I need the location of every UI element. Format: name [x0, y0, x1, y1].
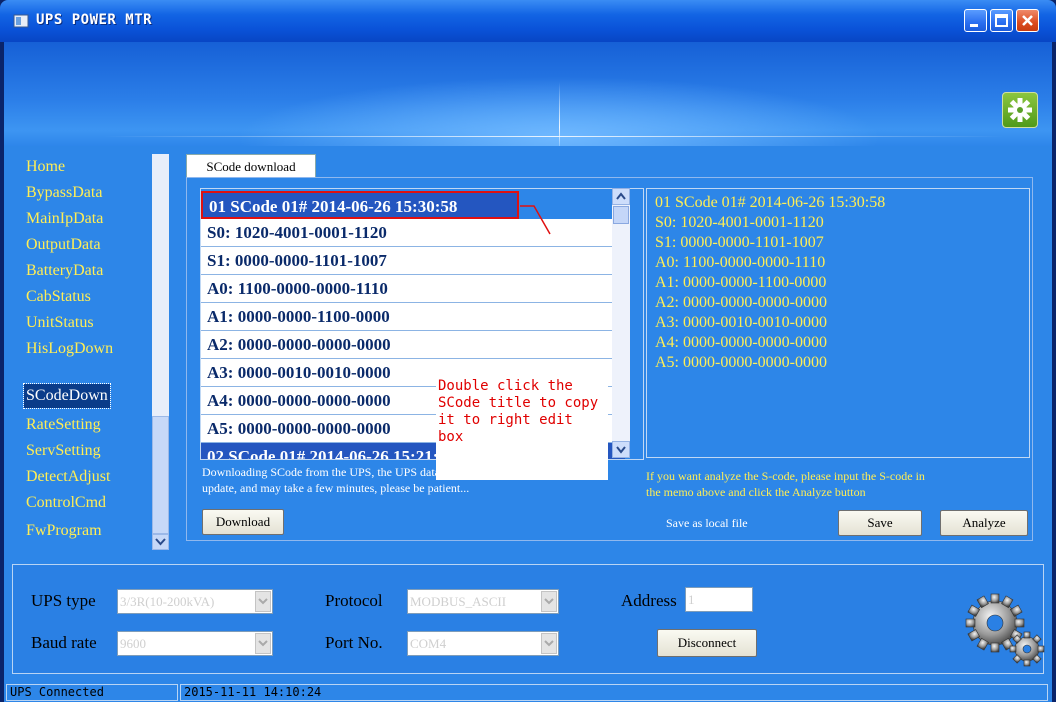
chevron-down-icon: [155, 538, 166, 546]
sidebar-item-servsetting[interactable]: ServSetting: [26, 438, 101, 464]
sidebar-item-mainipdata[interactable]: MainIpData: [26, 206, 103, 232]
sidebar-item-ratesetting[interactable]: RateSetting: [26, 412, 101, 438]
maximize-icon: [995, 14, 1008, 27]
baud-rate-select[interactable]: 9600: [117, 631, 273, 656]
callout-pointer: [520, 205, 551, 235]
banner-light-line: [104, 136, 1004, 137]
sidebar-item-outputdata[interactable]: OutputData: [26, 232, 101, 258]
dropdown-button[interactable]: [541, 591, 557, 612]
chevron-down-icon: [258, 598, 268, 605]
main-area: Home BypassData MainIpData OutputData Ba…: [4, 146, 1052, 558]
scode-title-row[interactable]: 01 SCode 01# 2014-06-26 15:30:58: [201, 191, 519, 219]
sidebar-item-unitstatus[interactable]: UnitStatus: [26, 310, 94, 336]
address-value: 1: [688, 592, 695, 607]
memo-line: S0: 1020-4001-0001-1120: [655, 214, 824, 231]
ups-type-value: 3/3R(10-200kVA): [120, 594, 215, 609]
scode-row[interactable]: A2: 0000-0000-0000-0000: [201, 331, 625, 359]
scode-row[interactable]: A0: 1100-0000-0000-1110: [201, 275, 625, 303]
save-button[interactable]: Save: [838, 510, 922, 536]
baud-rate-value: 9600: [120, 636, 146, 651]
gear-icon: [1008, 98, 1032, 122]
sidebar-item-hislogdown[interactable]: HisLogDown: [26, 336, 113, 362]
scroll-up-button[interactable]: [612, 188, 630, 205]
ups-type-label: UPS type: [31, 591, 96, 610]
sidebar-item-controlcmd[interactable]: ControlCmd: [26, 490, 106, 516]
sidebar-scrollbar-thumb[interactable]: [152, 416, 169, 534]
ups-type-select[interactable]: 3/3R(10-200kVA): [117, 589, 273, 614]
address-field[interactable]: 1: [685, 587, 753, 612]
protocol-value: MODBUS_ASCII: [410, 594, 507, 609]
analyze-note: If you want analyze the S-code, please i…: [646, 468, 925, 500]
protocol-select[interactable]: MODBUS_ASCII: [407, 589, 559, 614]
download-note-line: Downloading SCode from the UPS, the UPS …: [202, 465, 480, 479]
minimize-icon: [970, 24, 978, 27]
sidebar-item-scodedown[interactable]: SCodeDown: [23, 383, 111, 409]
chevron-down-icon: [616, 446, 626, 454]
chevron-down-icon: [544, 640, 554, 647]
memo-line: A1: 0000-0000-1100-0000: [655, 274, 827, 291]
analyze-note-line: If you want analyze the S-code, please i…: [646, 469, 925, 483]
download-button[interactable]: Download: [202, 509, 284, 535]
banner-light-line-vertical: [559, 82, 560, 147]
baud-rate-label: Baud rate: [31, 633, 97, 652]
connection-status: UPS Connected: [6, 684, 178, 701]
scode-list-scrollbar-thumb[interactable]: [613, 206, 629, 224]
scode-list-scrollbar[interactable]: [612, 188, 630, 458]
gears-icon: [965, 593, 1045, 667]
memo-line: A0: 1100-0000-0000-1110: [655, 254, 826, 271]
dropdown-button[interactable]: [541, 633, 557, 654]
header-banner: [4, 42, 1052, 147]
sidebar-item-fwprogram[interactable]: FwProgram: [26, 518, 102, 544]
dropdown-button[interactable]: [255, 591, 271, 612]
connection-config: UPS type 3/3R(10-200kVA) Protocol MODBUS…: [4, 558, 1052, 682]
analyze-note-line: the memo above and click the Analyze but…: [646, 485, 866, 499]
port-select[interactable]: COM4: [407, 631, 559, 656]
port-label: Port No.: [325, 633, 383, 652]
close-icon: [1022, 15, 1033, 26]
close-button[interactable]: [1016, 9, 1039, 32]
maximize-button[interactable]: [990, 9, 1013, 32]
save-local-label: Save as local file: [666, 516, 748, 530]
download-note: Downloading SCode from the UPS, the UPS …: [202, 464, 480, 496]
scode-memo[interactable]: 01 SCode 01# 2014-06-26 15:30:58 S0: 102…: [646, 188, 1030, 458]
memo-line: 01 SCode 01# 2014-06-26 15:30:58: [655, 194, 886, 211]
memo-line: A4: 0000-0000-0000-0000: [655, 334, 827, 351]
port-value: COM4: [410, 636, 447, 651]
address-label: Address: [621, 591, 677, 610]
scroll-down-button[interactable]: [612, 441, 630, 458]
download-note-line: update, and may take a few minutes, plea…: [202, 481, 470, 495]
status-datetime: 2015-11-11 14:10:24: [180, 684, 1048, 701]
config-groupbox: UPS type 3/3R(10-200kVA) Protocol MODBUS…: [12, 564, 1045, 674]
app-icon: [13, 14, 29, 28]
scode-row[interactable]: A1: 0000-0000-1100-0000: [201, 303, 625, 331]
settings-button[interactable]: [1002, 92, 1038, 128]
sidebar-item-cabstatus[interactable]: CabStatus: [26, 284, 91, 310]
protocol-label: Protocol: [325, 591, 383, 610]
sidebar-item-detectadjust[interactable]: DetectAdjust: [26, 464, 110, 490]
chevron-up-icon: [616, 192, 626, 200]
memo-line: A3: 0000-0010-0010-0000: [655, 314, 827, 331]
sidebar-item-home[interactable]: Home: [26, 154, 65, 180]
chevron-down-icon: [258, 640, 268, 647]
sidebar-item-batterydata[interactable]: BatteryData: [26, 258, 103, 284]
sidebar-scroll-down-button[interactable]: [152, 534, 169, 550]
chevron-down-icon: [544, 598, 554, 605]
disconnect-button[interactable]: Disconnect: [657, 629, 757, 657]
minimize-button[interactable]: [964, 9, 987, 32]
analyze-button[interactable]: Analyze: [940, 510, 1028, 536]
memo-line: A2: 0000-0000-0000-0000: [655, 294, 827, 311]
window-title: UPS POWER MTR: [36, 12, 153, 28]
memo-line: S1: 0000-0000-1101-1007: [655, 234, 824, 251]
dropdown-button[interactable]: [255, 633, 271, 654]
memo-line: A5: 0000-0000-0000-0000: [655, 354, 827, 371]
scode-row[interactable]: S1: 0000-0000-1101-1007: [201, 247, 625, 275]
title-bar[interactable]: UPS POWER MTR: [0, 0, 1056, 42]
sidebar-item-bypassdata[interactable]: BypassData: [26, 180, 102, 206]
status-bar: UPS Connected 2015-11-11 14:10:24: [4, 682, 1052, 702]
app-window: UPS POWER MTR Home BypassData MainIpData…: [0, 0, 1056, 702]
tab-scode-download[interactable]: SCode download: [186, 154, 316, 178]
